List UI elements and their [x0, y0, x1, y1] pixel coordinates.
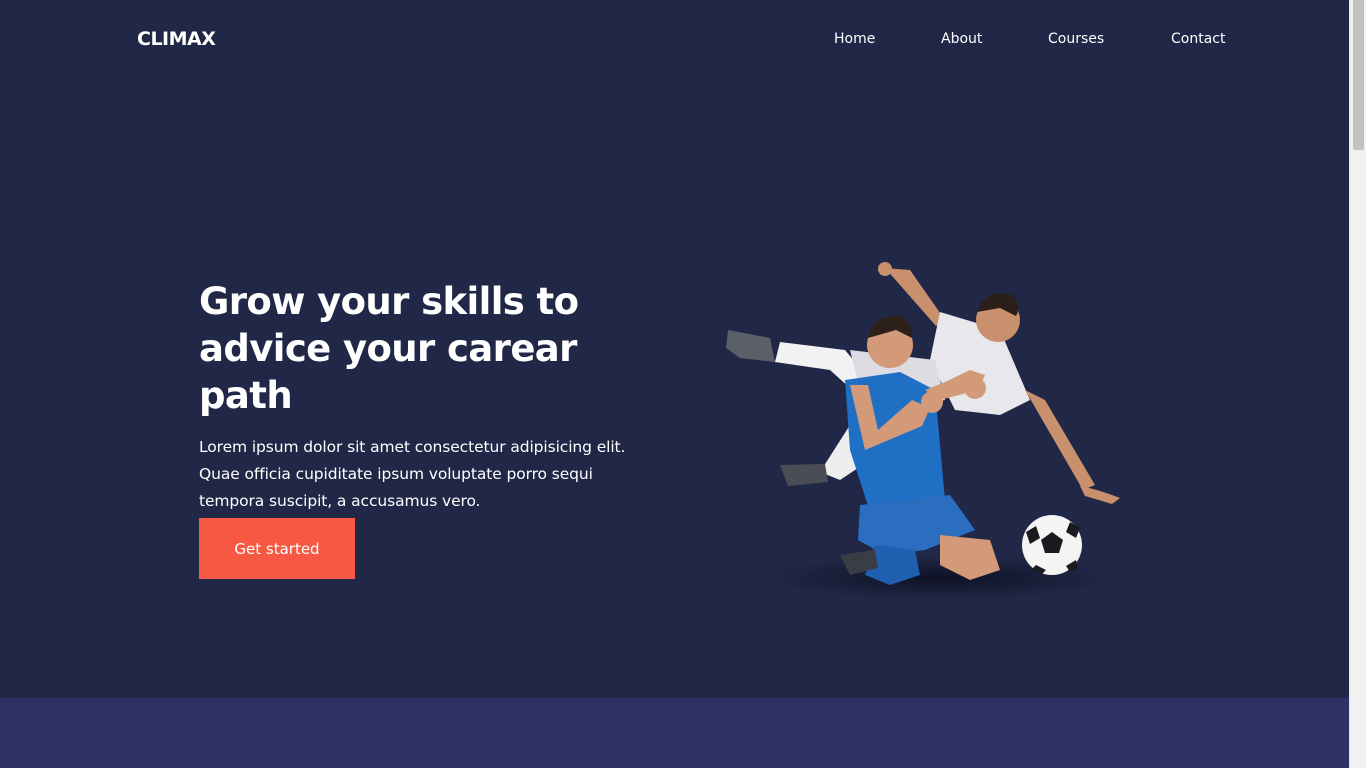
soccer-players-image	[726, 262, 1120, 600]
scrollbar-thumb[interactable]	[1353, 0, 1364, 150]
nav-courses[interactable]: Courses	[1048, 31, 1104, 47]
get-started-button[interactable]: Get started	[199, 518, 355, 579]
nav-home[interactable]: Home	[834, 31, 875, 47]
site-header: CLIMAX Home About Courses Contact	[0, 0, 1349, 80]
main-nav: Home About Courses Contact	[0, 31, 1349, 51]
hero-description: Lorem ipsum dolor sit amet consectetur a…	[199, 438, 626, 510]
nav-contact[interactable]: Contact	[1171, 31, 1225, 47]
hero-title: Grow your skills to advice your carear p…	[199, 280, 579, 417]
next-section	[0, 698, 1349, 768]
page-scrollbar[interactable]	[1349, 0, 1366, 768]
page: CLIMAX Home About Courses Contact Grow y…	[0, 0, 1349, 768]
nav-about[interactable]: About	[941, 31, 982, 47]
soccer-ball-icon	[1022, 515, 1082, 575]
